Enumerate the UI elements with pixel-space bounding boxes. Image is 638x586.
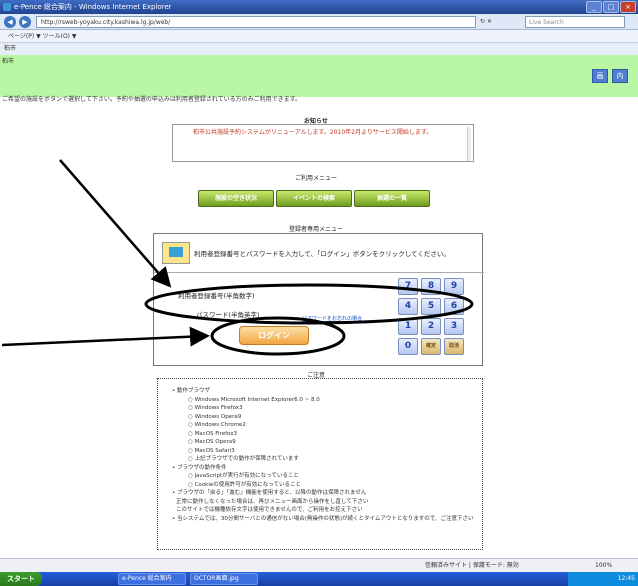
annotation-ellipse-id [144,283,474,325]
status-bar: 信頼済みサイト | 保護モード: 無効 100% [0,558,638,572]
system-tray: 12:45 [568,572,638,586]
taskbar-task-image[interactable]: OCTOR画面.jpg [190,573,258,585]
zoom-level[interactable]: 100% [595,559,612,572]
annotation-arrow-2 [1,326,210,347]
annotation-overlay [1,159,474,356]
annotation-arrow-1 [59,159,172,288]
clock: 12:45 [617,575,635,582]
start-button[interactable]: スタート [0,572,42,586]
taskbar-task-browser[interactable]: e-Pence 総合案内 [118,573,186,585]
security-zone: 信頼済みサイト | 保護モード: 無効 [425,562,519,569]
taskbar: スタート e-Pence 総合案内 OCTOR画面.jpg 12:45 [0,572,638,586]
